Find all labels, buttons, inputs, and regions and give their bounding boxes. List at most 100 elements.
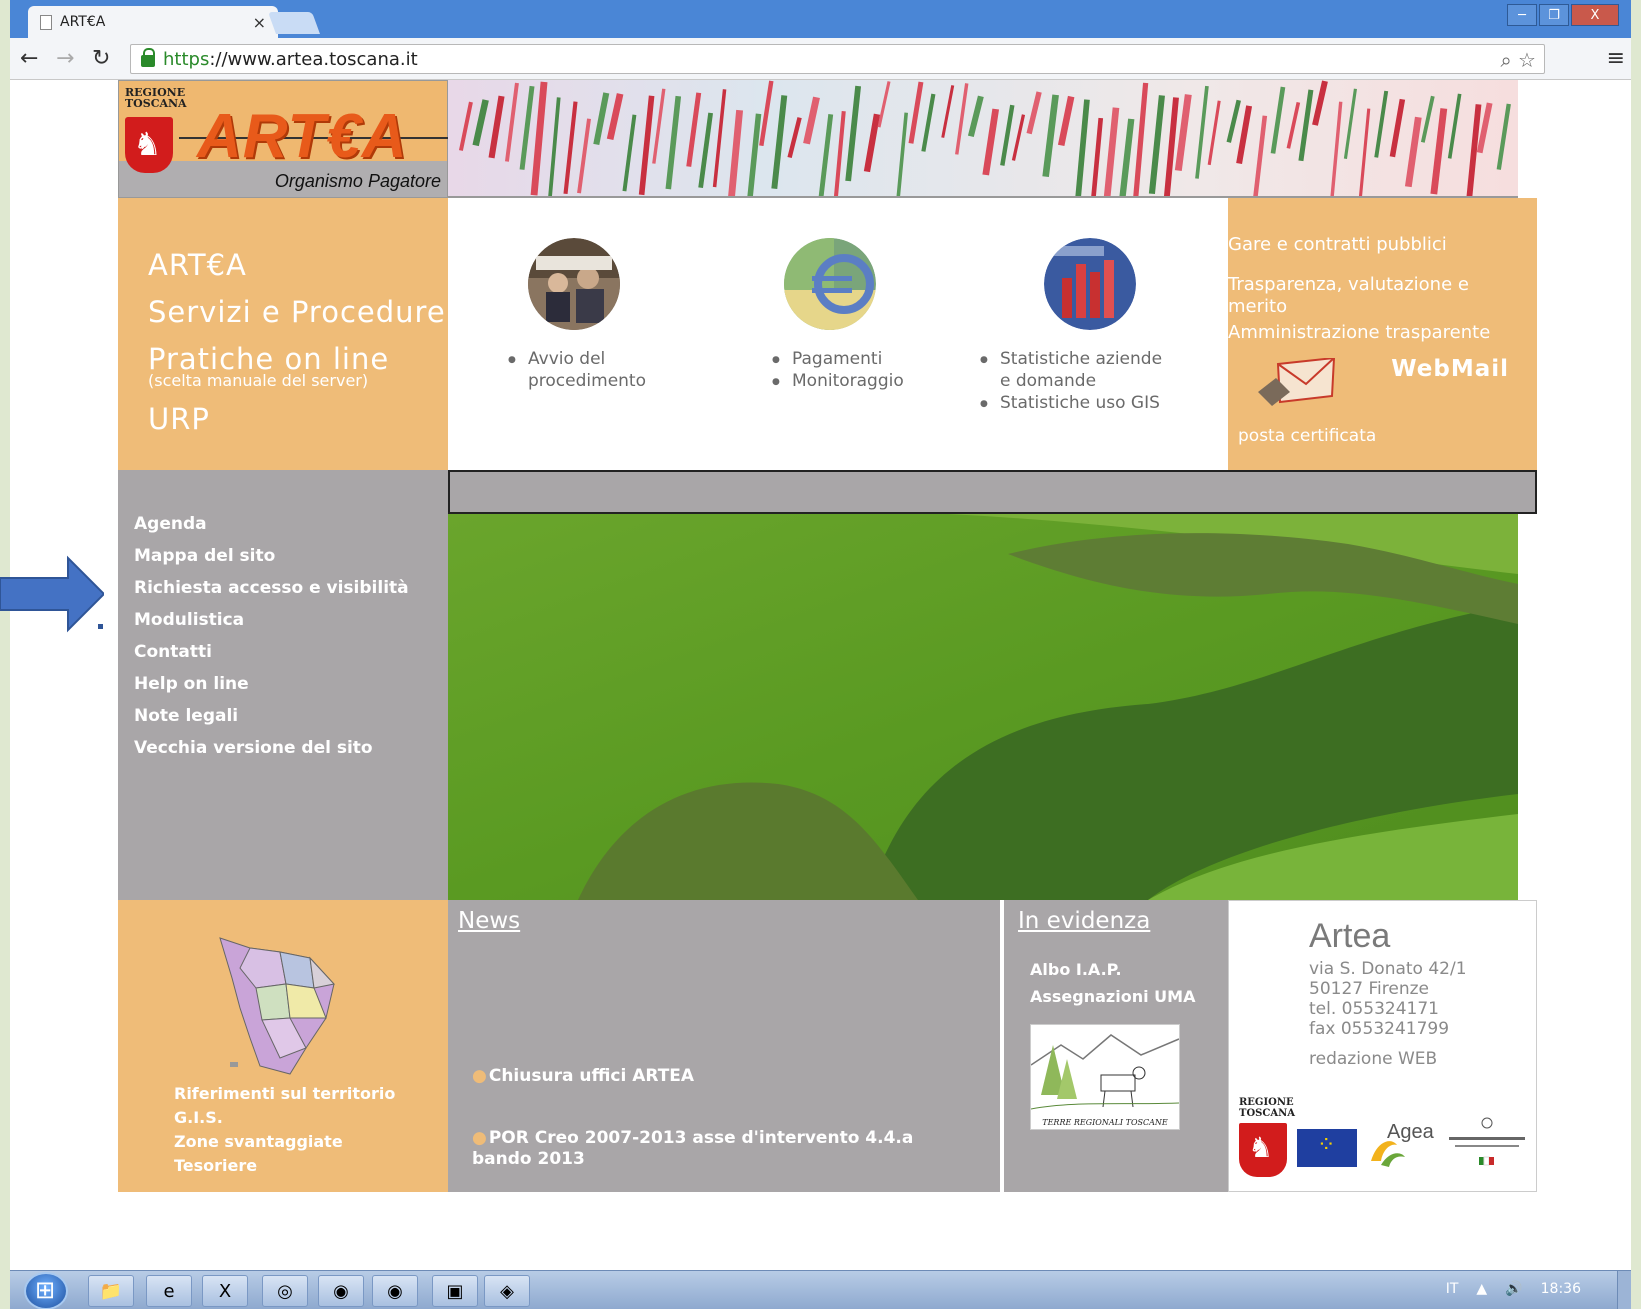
meeting-photo-icon[interactable] (528, 238, 620, 330)
banner-stroke (1358, 108, 1371, 196)
window-close-button[interactable]: X (1571, 4, 1619, 26)
banner-stroke (1163, 97, 1179, 196)
news-item[interactable]: ● Chiusura uffici ARTEA (472, 1066, 972, 1087)
excel-icon[interactable]: X (202, 1275, 248, 1307)
browser-tabstrip: ART€A × ─ ❐ X (10, 0, 1631, 38)
link-avvio-procedimento[interactable]: Avvio delprocedimento (508, 348, 646, 392)
internet-explorer-icon[interactable]: e (146, 1275, 192, 1307)
news-item[interactable]: ● POR Creo 2007-2013 asse d'intervento 4.… (472, 1128, 972, 1170)
banner-stroke (1374, 90, 1389, 158)
banner-stroke (1330, 101, 1343, 196)
link-albo-iap[interactable]: Albo I.A.P. (1030, 960, 1122, 979)
agea-logo[interactable]: Agea (1367, 1121, 1437, 1171)
tab-close-icon[interactable]: × (253, 13, 266, 32)
news-heading[interactable]: News (458, 908, 520, 934)
euro-payments-icon[interactable] (784, 238, 876, 330)
show-desktop-button[interactable] (1617, 1271, 1631, 1309)
link-zone-svantaggiate[interactable]: Zone svantaggiate (174, 1130, 395, 1154)
zoom-star-icons[interactable]: ⌕ ☆ (1501, 48, 1537, 72)
eu-flag-icon[interactable] (1297, 1129, 1357, 1167)
statistics-chart-icon[interactable] (1044, 238, 1136, 330)
browser-menu-icon[interactable]: ≡ (1607, 46, 1625, 71)
address-bar[interactable]: https://www.artea.toscana.it ⌕ ☆ (130, 44, 1545, 74)
clock[interactable]: 18:36 (1541, 1281, 1581, 1297)
terre-regionali-image[interactable]: TERRE REGIONALI TOSCANE (1030, 1024, 1180, 1130)
back-arrow-icon[interactable]: ← (20, 46, 38, 71)
banner-stroke (877, 81, 891, 128)
minimize-button[interactable]: ─ (1507, 4, 1537, 26)
territory-panel: Riferimenti sul territorio G.I.S. Zone s… (118, 900, 448, 1192)
banner-stroke (1103, 107, 1120, 196)
reload-icon[interactable]: ↻ (92, 46, 110, 71)
banner-stroke (504, 82, 519, 162)
tray-arrow-icon[interactable]: ▲ (1476, 1281, 1487, 1297)
nav-contatti[interactable]: Contatti (134, 636, 448, 668)
evidenza-heading[interactable]: In evidenza (1018, 908, 1150, 934)
link-assegnazioni-uma[interactable]: Assegnazioni UMA (1030, 987, 1195, 1006)
link-gare-contratti[interactable]: Gare e contratti pubblici (1228, 234, 1528, 256)
start-button[interactable] (24, 1272, 68, 1309)
system-tray: IT ▲ 🔊 18:36 (1446, 1281, 1581, 1297)
link-trasparenza[interactable]: Trasparenza, valutazione e merito (1228, 274, 1528, 318)
banner-stroke (1253, 115, 1268, 196)
link-gis[interactable]: G.I.S. (174, 1106, 395, 1130)
logo-subtitle: Organismo Pagatore (274, 171, 441, 191)
acrobat-icon[interactable]: ◈ (484, 1275, 530, 1307)
chrome-icon[interactable]: ◎ (262, 1275, 308, 1307)
menu-item-servizi[interactable]: Servizi e Procedure (148, 289, 448, 336)
restore-button[interactable]: ❐ (1539, 4, 1569, 26)
tab-title: ART€A (60, 14, 106, 30)
tuscany-map-icon[interactable] (210, 928, 350, 1078)
banner-stroke (1026, 91, 1042, 135)
link-riferimenti-territorio[interactable]: Riferimenti sul territorio (174, 1082, 395, 1106)
ministero-logo-icon[interactable] (1445, 1115, 1529, 1175)
language-indicator[interactable]: IT (1446, 1281, 1459, 1297)
contact-panel: Artea via S. Donato 42/1 50127 Firenze t… (1228, 900, 1537, 1192)
firefox-icon[interactable]: ◉ (318, 1275, 364, 1307)
link-posta-certificata[interactable]: posta certificata (1238, 426, 1376, 446)
link-amministrazione-trasparente[interactable]: Amministrazione trasparente (1228, 322, 1528, 344)
banner-stroke (1389, 98, 1406, 158)
nav-note-legali[interactable]: Note legali (134, 700, 448, 732)
artea-website: REGIONE TOSCANA ART€A Organismo Pagatore… (118, 80, 1537, 1192)
webmail-link[interactable]: WebMail (1391, 356, 1509, 382)
forward-arrow-icon[interactable]: → (56, 46, 74, 71)
nav-richiesta-accesso[interactable]: Richiesta accesso e visibilità (134, 572, 448, 604)
link-statistiche-aziende[interactable]: Statistiche aziendee domande (980, 348, 1162, 392)
nav-help-online[interactable]: Help on line (134, 668, 448, 700)
partner-logos: REGIONE TOSCANA Agea (1239, 1097, 1529, 1183)
regione-toscana-logo-icon[interactable] (1239, 1123, 1287, 1177)
link-statistiche-gis[interactable]: Statistiche uso GIS (980, 392, 1162, 415)
banner-stroke (593, 92, 610, 145)
banner-stroke (665, 95, 682, 190)
nav-vecchia-versione[interactable]: Vecchia versione del sito (134, 732, 448, 764)
banner-stroke (1286, 101, 1301, 149)
link-tesoriere[interactable]: Tesoriere (174, 1154, 395, 1178)
link-pagamenti[interactable]: Pagamenti (772, 348, 904, 371)
browser-tab[interactable]: ART€A × (28, 6, 278, 38)
artea-logo[interactable]: REGIONE TOSCANA ART€A Organismo Pagatore (118, 80, 449, 198)
banner-stroke (1195, 85, 1209, 179)
service-list-pagamenti: Pagamenti Monitoraggio (772, 348, 904, 393)
banner-stroke (863, 113, 881, 173)
banner-stroke (606, 93, 624, 141)
volume-icon[interactable]: 🔊 (1505, 1281, 1522, 1297)
contact-fax: fax 0553241799 (1309, 1019, 1450, 1039)
nav-agenda[interactable]: Agenda (134, 508, 448, 540)
banner-stroke (488, 95, 505, 159)
menu-item-artea[interactable]: ART€A (148, 242, 448, 289)
menu-item-urp[interactable]: URP (148, 396, 448, 443)
explorer-icon[interactable]: 📁 (88, 1275, 134, 1307)
nav-modulistica[interactable]: Modulistica (134, 604, 448, 636)
link-redazione-web[interactable]: redazione WEB (1309, 1049, 1437, 1070)
desktop-edge-left (0, 0, 10, 1309)
mail-envelope-icon[interactable] (1256, 358, 1336, 408)
banner-stroke (1091, 117, 1104, 196)
link-monitoraggio[interactable]: Monitoraggio (772, 370, 904, 393)
header-banner-image (448, 80, 1518, 198)
services-panel: Avvio delprocedimento Pagamenti Monitora… (448, 198, 1228, 470)
new-tab-button[interactable] (267, 12, 321, 34)
firefox-icon[interactable]: ◉ (372, 1275, 418, 1307)
nav-mappa-sito[interactable]: Mappa del sito (134, 540, 448, 572)
image-viewer-icon[interactable]: ▣ (432, 1275, 478, 1307)
